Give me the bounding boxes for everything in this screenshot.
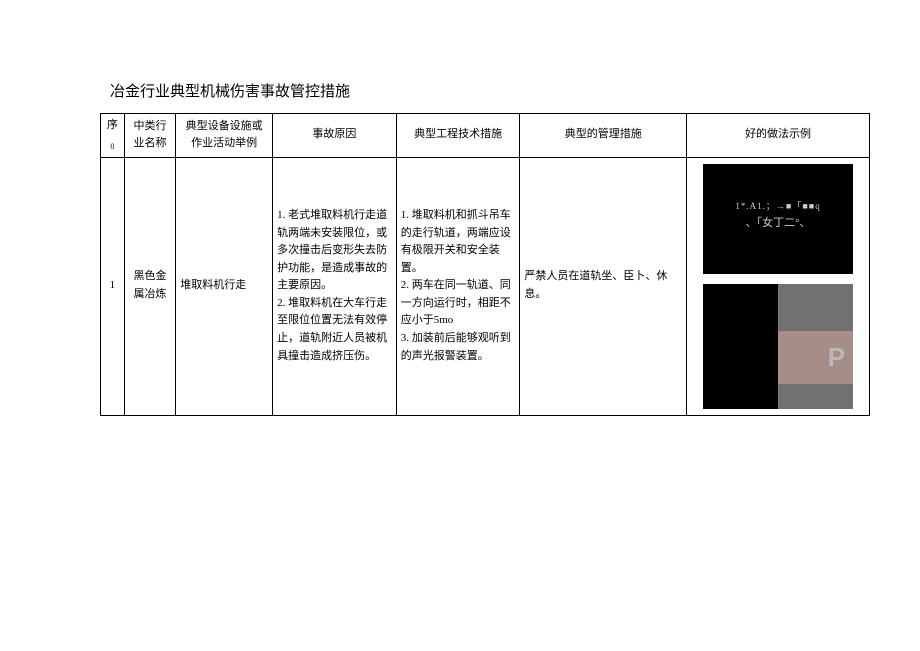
table-header-row: 序0 中类行业名称 典型设备设施或作业活动举例 事故原因 典型工程技术措施 典型…: [101, 114, 870, 158]
example-image-2-right: P: [778, 284, 853, 409]
cell-management: 严禁人员在道轨坐、臣卜、休息。: [520, 157, 687, 415]
header-management: 典型的管理措施: [520, 114, 687, 158]
cell-seq: 1: [101, 157, 125, 415]
example-image-2-letter: P: [828, 337, 845, 379]
cell-equipment: 堆取料机行走: [176, 157, 273, 415]
header-engineering: 典型工程技术措施: [396, 114, 520, 158]
example-image-2-right-bot: [778, 384, 853, 409]
example-image-1-text-1: 1*.A1.；→■「■■q: [735, 199, 820, 213]
document-title: 冶金行业典型机械伤害事故管控措施: [110, 80, 870, 101]
cell-industry: 黑色金属冶炼: [124, 157, 176, 415]
header-seq: 序0: [101, 114, 125, 158]
cell-engineering: 1. 堆取料机和抓斗吊车的走行轨道，两端应设有极限开关和安全装置。2. 两车在同…: [396, 157, 520, 415]
header-example: 好的做法示例: [687, 114, 870, 158]
header-industry: 中类行业名称: [124, 114, 176, 158]
table-row: 1 黑色金属冶炼 堆取料机行走 1. 老式堆取料机行走道轨两端未安装限位，或多次…: [101, 157, 870, 415]
example-image-2: P: [703, 284, 853, 409]
header-reason: 事故原因: [273, 114, 397, 158]
example-image-2-right-top: [778, 284, 853, 332]
example-image-1: 1*.A1.；→■「■■q 、「女丁二°、: [703, 164, 853, 274]
cell-example: 1*.A1.；→■「■■q 、「女丁二°、 P: [687, 157, 870, 415]
example-image-2-left: [703, 284, 778, 409]
example-image-1-text-2: 、「女丁二°、: [746, 215, 811, 233]
control-measures-table: 序0 中类行业名称 典型设备设施或作业活动举例 事故原因 典型工程技术措施 典型…: [100, 113, 870, 416]
example-image-2-right-mid: P: [778, 331, 853, 384]
header-equipment: 典型设备设施或作业活动举例: [176, 114, 273, 158]
cell-reason: 1. 老式堆取料机行走道轨两端未安装限位，或多次撞击后变形失去防护功能，是造成事…: [273, 157, 397, 415]
